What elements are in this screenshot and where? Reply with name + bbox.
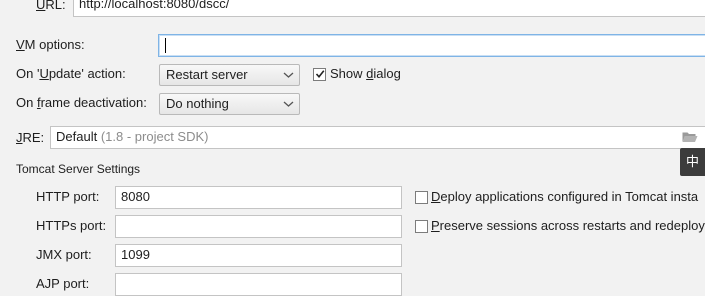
- ajp-port-label: AJP port:: [36, 276, 90, 291]
- on-frame-label: On frame deactivation:: [16, 95, 147, 110]
- jmx-port-label: JMX port:: [36, 247, 92, 262]
- chevron-down-icon: [283, 101, 294, 107]
- jmx-port-field[interactable]: 1099: [115, 244, 402, 267]
- tomcat-section-title: Tomcat Server Settings: [16, 162, 141, 176]
- deploy-apps-checkbox[interactable]: [415, 191, 428, 204]
- deploy-apps-label[interactable]: Deploy applications configured in Tomcat…: [431, 189, 698, 205]
- jre-field[interactable]: Default (1.8 - project SDK): [50, 126, 705, 149]
- text-caret: [165, 38, 166, 53]
- preserve-sessions-label[interactable]: Preserve sessions across restarts and re…: [431, 218, 705, 234]
- jre-label: JRE:: [16, 130, 45, 145]
- https-port-label: HTTPs port:: [36, 218, 107, 233]
- https-port-field[interactable]: [115, 215, 402, 238]
- checkmark-icon: [315, 70, 325, 79]
- http-port-label: HTTP port:: [36, 189, 100, 204]
- folder-icon[interactable]: [682, 131, 698, 143]
- on-update-label: On 'Update' action:: [16, 66, 126, 81]
- vm-options-label: VM options:: [16, 37, 85, 52]
- http-port-field[interactable]: 8080: [115, 186, 402, 209]
- vm-options-field[interactable]: [158, 34, 705, 57]
- chevron-down-icon: [283, 72, 294, 78]
- url-label: URL:: [36, 0, 66, 12]
- url-field[interactable]: http://localhost:8080/dscc/: [73, 0, 705, 17]
- show-dialog-label[interactable]: Show dialog: [330, 66, 401, 82]
- show-dialog-checkbox[interactable]: [313, 68, 326, 81]
- on-frame-select[interactable]: Do nothing: [159, 93, 300, 115]
- preserve-sessions-checkbox[interactable]: [415, 220, 428, 233]
- on-update-select[interactable]: Restart server: [159, 64, 300, 86]
- ime-indicator[interactable]: 中: [680, 148, 705, 176]
